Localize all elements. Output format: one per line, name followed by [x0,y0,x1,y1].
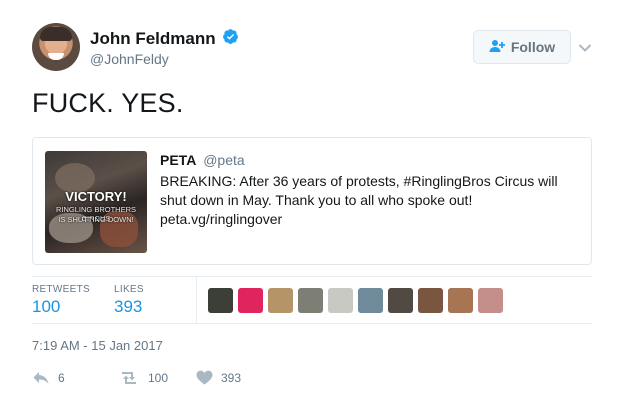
follow-button[interactable]: Follow [473,30,571,64]
avatar[interactable] [32,23,80,71]
liker-avatar[interactable] [388,288,413,313]
reply-icon [32,370,50,386]
divider [32,323,592,324]
image-caption-victory: VICTORY! [65,189,127,204]
liker-avatar[interactable] [448,288,473,313]
verified-icon [222,28,239,50]
liker-avatar[interactable] [268,288,293,313]
retweets-label: RETWEETS [32,284,90,295]
retweet-count: 100 [148,371,169,385]
like-count: 393 [221,370,242,385]
display-name[interactable]: John Feldmann [90,29,216,49]
quoted-text-line: peta.vg/ringlingover [160,211,283,227]
liker-avatars [208,288,503,313]
tweet-text: FUCK. YES. [32,88,184,118]
divider [196,277,197,323]
reply-count: 6 [58,371,65,385]
liker-avatar[interactable] [208,288,233,313]
quoted-text-line: BREAKING: After 36 years of protests, #R… [160,173,558,189]
retweets-count[interactable]: 100 [32,297,60,317]
author-name-row[interactable]: John Feldmann [90,28,239,50]
like-button[interactable]: 393 [196,370,241,385]
heart-icon [196,370,213,385]
liker-avatar[interactable] [358,288,383,313]
quoted-author-handle: @peta [203,152,245,168]
chevron-down-icon[interactable] [578,40,592,52]
quoted-text-line: shut down in May. Thank you to all who s… [160,192,473,208]
add-user-icon [489,39,505,56]
likes-label: LIKES [114,284,144,295]
quoted-tweet-text: BREAKING: After 36 years of protests, #R… [160,172,580,229]
liker-avatar[interactable] [238,288,263,313]
retweet-button[interactable]: 100 [118,370,168,386]
liker-avatar[interactable] [328,288,353,313]
reply-button[interactable]: 6 [32,370,65,386]
divider [32,276,592,277]
liker-avatar[interactable] [298,288,323,313]
quoted-tweet-header: PETA @peta [160,152,245,168]
likes-count[interactable]: 393 [114,297,142,317]
liker-avatar[interactable] [478,288,503,313]
quoted-author-name: PETA [160,152,197,168]
follow-label: Follow [510,39,556,55]
tweet-timestamp[interactable]: 7:19 AM - 15 Jan 2017 [32,338,163,353]
author-handle[interactable]: @JohnFeldy [90,51,169,67]
retweet-icon [118,370,140,386]
liker-avatar[interactable] [418,288,443,313]
quoted-tweet-image[interactable]: VICTORY! RINGLING BROTHERS CIRCUS IS SHU… [45,151,147,253]
image-caption-line3: IS SHUTTING DOWN! [58,215,134,224]
quoted-tweet[interactable]: VICTORY! RINGLING BROTHERS CIRCUS IS SHU… [32,137,592,265]
